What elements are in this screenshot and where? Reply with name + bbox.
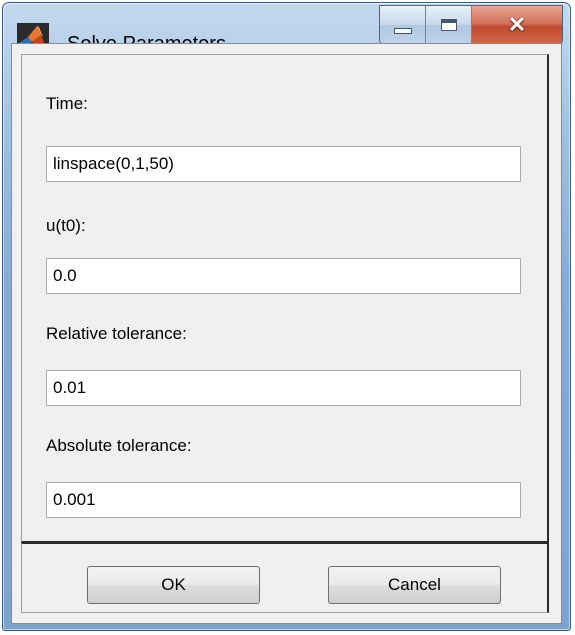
dialog-window: Solve Parameters ✕ Time: u(t0): Relative… — [2, 2, 571, 631]
close-icon: ✕ — [507, 12, 527, 37]
close-button[interactable]: ✕ — [472, 6, 562, 44]
parameters-panel — [21, 54, 549, 543]
time-input[interactable] — [46, 146, 521, 182]
absolute-tolerance-label: Absolute tolerance: — [46, 436, 192, 455]
maximize-icon — [440, 19, 457, 31]
minimize-icon — [393, 28, 412, 34]
relative-tolerance-label: Relative tolerance: — [46, 324, 187, 343]
u-t0-input[interactable] — [46, 258, 521, 294]
minimize-button[interactable] — [380, 6, 426, 44]
caption-buttons: ✕ — [379, 5, 563, 45]
time-label: Time: — [46, 94, 88, 113]
relative-tolerance-input[interactable] — [46, 370, 521, 406]
u-t0-label: u(t0): — [46, 216, 86, 235]
cancel-button[interactable]: Cancel — [328, 566, 501, 604]
ok-button[interactable]: OK — [87, 566, 260, 604]
title-bar[interactable]: Solve Parameters ✕ — [3, 3, 570, 55]
dialog-body: Time: u(t0): Relative tolerance: Absolut… — [11, 43, 562, 624]
maximize-button[interactable] — [426, 6, 472, 44]
absolute-tolerance-input[interactable] — [46, 482, 521, 518]
